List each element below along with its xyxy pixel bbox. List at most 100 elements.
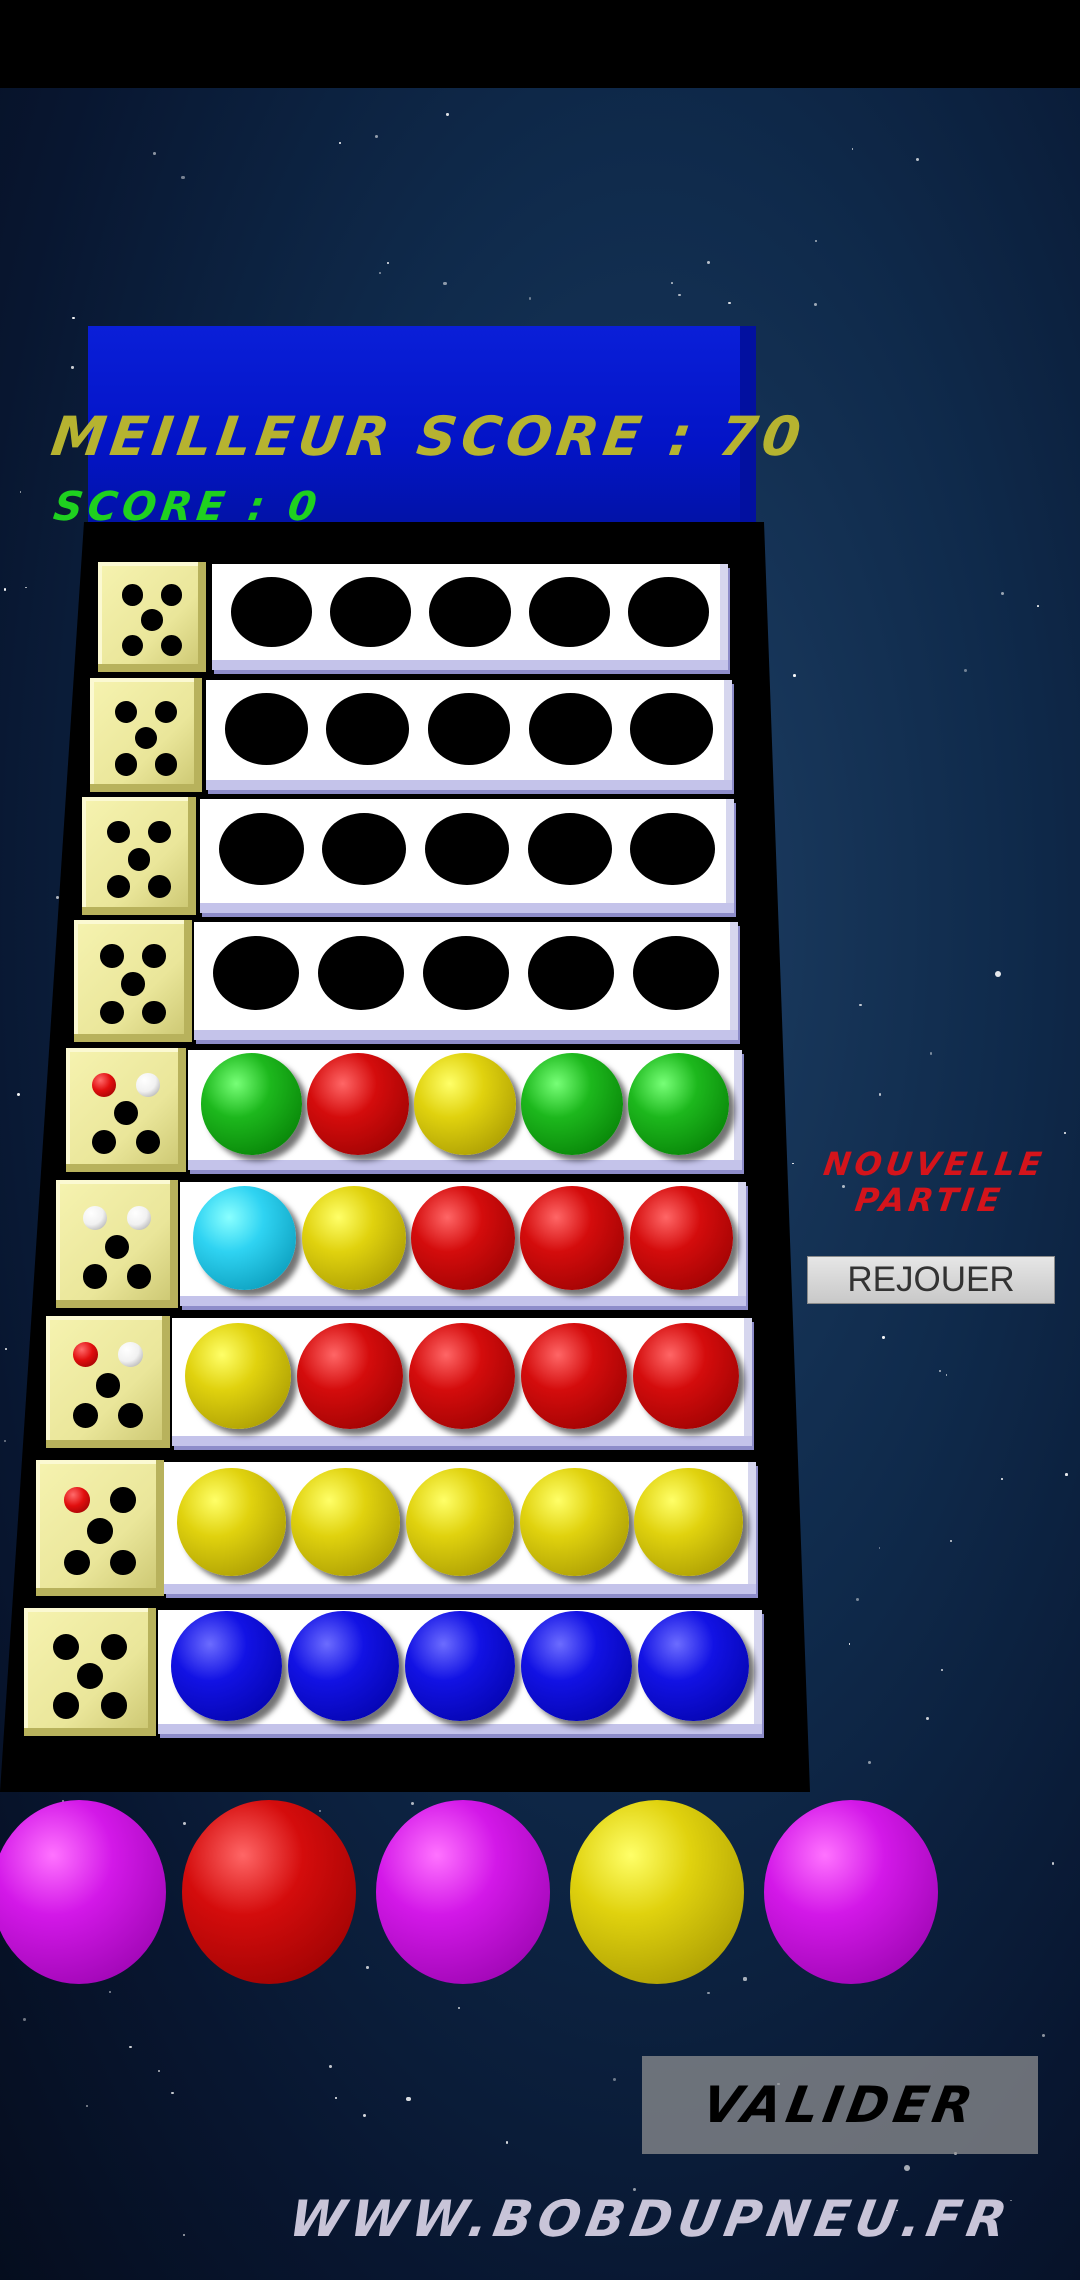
empty-slot[interactable]	[326, 693, 410, 765]
feedback-pip	[114, 753, 138, 776]
feedback-die	[90, 678, 202, 792]
star	[85, 2104, 88, 2108]
ball-blue	[404, 1610, 516, 1722]
empty-slot[interactable]	[629, 693, 713, 765]
empty-slot[interactable]	[230, 576, 313, 647]
feedback-peg-white	[126, 1205, 152, 1230]
ball-yellow	[184, 1322, 292, 1430]
feedback-pip	[99, 1000, 124, 1025]
ball-red	[520, 1186, 625, 1290]
guess-tray	[164, 1462, 756, 1594]
ball-green	[521, 1053, 623, 1155]
feedback-peg-white	[82, 1205, 108, 1230]
empty-slot[interactable]	[429, 576, 511, 647]
ball-red	[520, 1322, 628, 1430]
star	[1063, 1132, 1066, 1135]
empty-slot[interactable]	[528, 576, 610, 647]
star	[904, 2164, 910, 2171]
ball-yellow	[291, 1467, 400, 1577]
feedback-pip	[53, 1692, 80, 1719]
feedback-die	[36, 1460, 164, 1596]
palette-ball-magenta[interactable]	[376, 1800, 550, 1984]
feedback-pip	[142, 1000, 167, 1025]
validate-button[interactable]: VALIDER	[642, 2056, 1038, 2154]
star	[365, 1966, 369, 1969]
feedback-pip	[148, 874, 171, 898]
star	[743, 1977, 747, 1981]
empty-slot[interactable]	[318, 936, 405, 1011]
star	[505, 2141, 508, 2144]
ball-blue	[521, 1610, 633, 1722]
feedback-pip	[154, 753, 178, 776]
empty-slot[interactable]	[528, 693, 612, 765]
star	[879, 1093, 882, 1096]
empty-slot[interactable]	[322, 812, 407, 886]
website-label: WWW.BOBDUPNEU.FR	[284, 2190, 1017, 2248]
star	[71, 366, 74, 369]
guess-tray	[158, 1610, 762, 1734]
feedback-peg-white	[117, 1342, 143, 1368]
feedback-pip	[148, 820, 171, 844]
empty-slot[interactable]	[427, 693, 511, 765]
guess-tray	[194, 922, 738, 1040]
status-bar	[0, 0, 1080, 88]
ball-red	[296, 1322, 404, 1430]
palette-ball-magenta[interactable]	[0, 1800, 166, 1984]
feedback-die	[46, 1316, 170, 1448]
best-score-label: MEILLEUR SCORE : 70	[47, 405, 810, 468]
star	[374, 134, 378, 138]
palette-ball-magenta[interactable]	[764, 1800, 938, 1984]
feedback-pip	[107, 874, 130, 898]
star	[55, 895, 59, 899]
ball-yellow	[405, 1467, 515, 1577]
star	[859, 1003, 862, 1007]
ball-green	[627, 1053, 730, 1155]
empty-slot[interactable]	[424, 812, 510, 886]
new-game-button[interactable]: NOUVELLE PARTIE	[801, 1145, 1063, 1219]
feedback-pip	[107, 820, 130, 844]
star	[1000, 1477, 1004, 1480]
feedback-pip	[104, 1235, 130, 1260]
empty-slot[interactable]	[330, 576, 412, 647]
feedback-peg-white	[135, 1072, 160, 1097]
new-game-label-line2: PARTIE	[852, 1181, 1007, 1219]
feedback-pip	[141, 609, 163, 631]
empty-slot[interactable]	[632, 936, 719, 1011]
feedback-pip	[64, 1549, 90, 1576]
empty-slot[interactable]	[627, 576, 710, 647]
feedback-pip	[154, 700, 178, 724]
replay-button[interactable]: REJOUER	[807, 1256, 1055, 1304]
empty-slot[interactable]	[219, 812, 304, 886]
ball-yellow	[520, 1467, 629, 1577]
star	[929, 1052, 932, 1055]
empty-slot[interactable]	[527, 812, 612, 886]
feedback-die	[74, 920, 192, 1042]
empty-slot[interactable]	[225, 693, 309, 765]
feedback-pip	[99, 944, 124, 968]
feedback-die	[82, 797, 196, 915]
feedback-pip	[110, 1549, 136, 1576]
empty-slot[interactable]	[527, 936, 614, 1011]
empty-slot[interactable]	[213, 936, 300, 1011]
ball-red	[307, 1053, 409, 1155]
feedback-pip	[121, 584, 144, 606]
feedback-pip	[117, 1403, 143, 1428]
palette-ball-red[interactable]	[182, 1800, 356, 1984]
empty-slot[interactable]	[423, 936, 509, 1011]
feedback-die	[66, 1048, 186, 1172]
feedback-pip	[121, 972, 145, 997]
feedback-pip	[87, 1518, 113, 1545]
guess-tray	[188, 1050, 742, 1170]
palette-ball-yellow[interactable]	[570, 1800, 744, 1984]
feedback-pip	[142, 944, 167, 968]
feedback-peg-red	[92, 1072, 117, 1097]
empty-slot[interactable]	[630, 812, 715, 886]
new-game-label-line1: NOUVELLE	[821, 1145, 1048, 1183]
star	[1051, 1862, 1054, 1865]
feedback-pip	[53, 1633, 80, 1660]
star	[181, 176, 185, 180]
star	[443, 281, 447, 285]
star	[406, 2096, 411, 2102]
star	[457, 2006, 460, 2009]
validate-label: VALIDER	[698, 2076, 982, 2134]
